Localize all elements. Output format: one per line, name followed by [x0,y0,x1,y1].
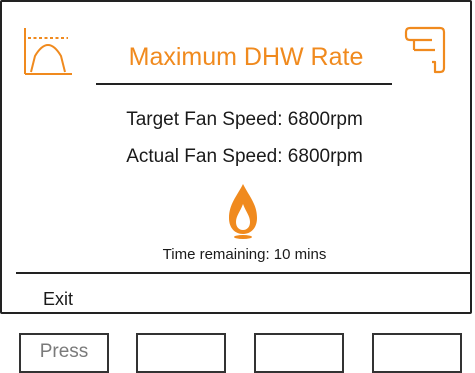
softkey-4[interactable] [372,333,462,373]
time-remaining: Time remaining: 10 mins [162,246,327,263]
display-screen: Maximum DHW Rate Target Fan Speed: 6800r… [0,0,472,314]
softkey-2[interactable] [136,333,226,373]
softkey-1[interactable]: Press [19,333,109,373]
actual-fan-speed: Actual Fan Speed: 6800rpm [126,146,363,167]
softkey-1-label: Press [39,341,89,362]
footer-divider [16,272,472,274]
page-title: Maximum DHW Rate [128,43,364,71]
hot-water-tap-icon [404,26,446,74]
title-divider [96,83,392,85]
softkey-3[interactable] [254,333,344,373]
target-fan-speed: Target Fan Speed: 6800rpm [126,109,363,130]
flame-icon [229,184,257,239]
exit-option[interactable]: Exit [43,288,73,310]
max-rate-arc-icon [24,28,72,75]
